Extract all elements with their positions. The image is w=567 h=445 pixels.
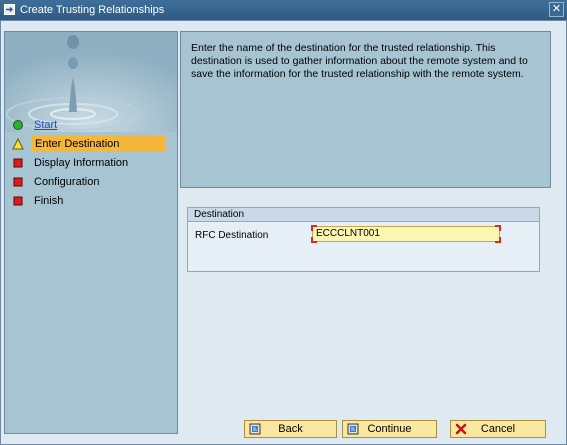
required-marker: [311, 225, 317, 231]
close-button[interactable]: ✕: [549, 2, 564, 17]
roadmap-steps: Start Enter Destination Display Informat…: [5, 116, 177, 211]
step-finish: Finish: [5, 192, 177, 211]
yellow-triangle-icon: [12, 138, 24, 150]
required-marker: [495, 237, 501, 243]
roadmap-panel: Start Enter Destination Display Informat…: [4, 31, 178, 434]
rfc-destination-input[interactable]: ECCCLNT001: [311, 225, 501, 243]
rfc-destination-label: RFC Destination: [195, 230, 269, 241]
cancel-button-label: Cancel: [480, 423, 516, 435]
step-configuration: Configuration: [5, 173, 177, 192]
step-label: Configuration: [34, 176, 100, 188]
instruction-panel: Enter the name of the destination for th…: [180, 31, 551, 188]
required-marker: [495, 225, 501, 231]
window-title: Create Trusting Relationships: [20, 4, 165, 16]
step-label: Enter Destination: [32, 136, 165, 152]
red-square-icon: [13, 196, 23, 206]
destination-group: Destination RFC Destination ECCCLNT001: [187, 207, 540, 272]
step-label: Finish: [34, 195, 64, 207]
step-label: Start: [34, 119, 58, 131]
back-button[interactable]: Back: [244, 420, 337, 438]
rfc-destination-value: ECCCLNT001: [316, 228, 380, 239]
continue-button[interactable]: Continue: [342, 420, 437, 438]
destination-group-header: Destination: [188, 208, 539, 222]
step-label: Display Information: [34, 157, 129, 169]
window-app-icon: [4, 4, 15, 15]
continue-button-label: Continue: [367, 423, 412, 435]
dialog-frame: Start Enter Destination Display Informat…: [0, 20, 567, 445]
cancel-button[interactable]: Cancel: [450, 420, 546, 438]
step-display-information: Display Information: [5, 154, 177, 173]
title-bar: Create Trusting Relationships ✕: [0, 0, 567, 20]
green-circle-icon: [13, 120, 23, 130]
step-enter-destination[interactable]: Enter Destination: [5, 135, 177, 154]
red-square-icon: [13, 177, 23, 187]
red-square-icon: [13, 158, 23, 168]
required-marker: [311, 237, 317, 243]
instruction-text: Enter the name of the destination for th…: [191, 42, 528, 80]
step-start[interactable]: Start: [5, 116, 177, 135]
back-button-label: Back: [278, 423, 303, 435]
close-icon: ✕: [551, 3, 562, 15]
